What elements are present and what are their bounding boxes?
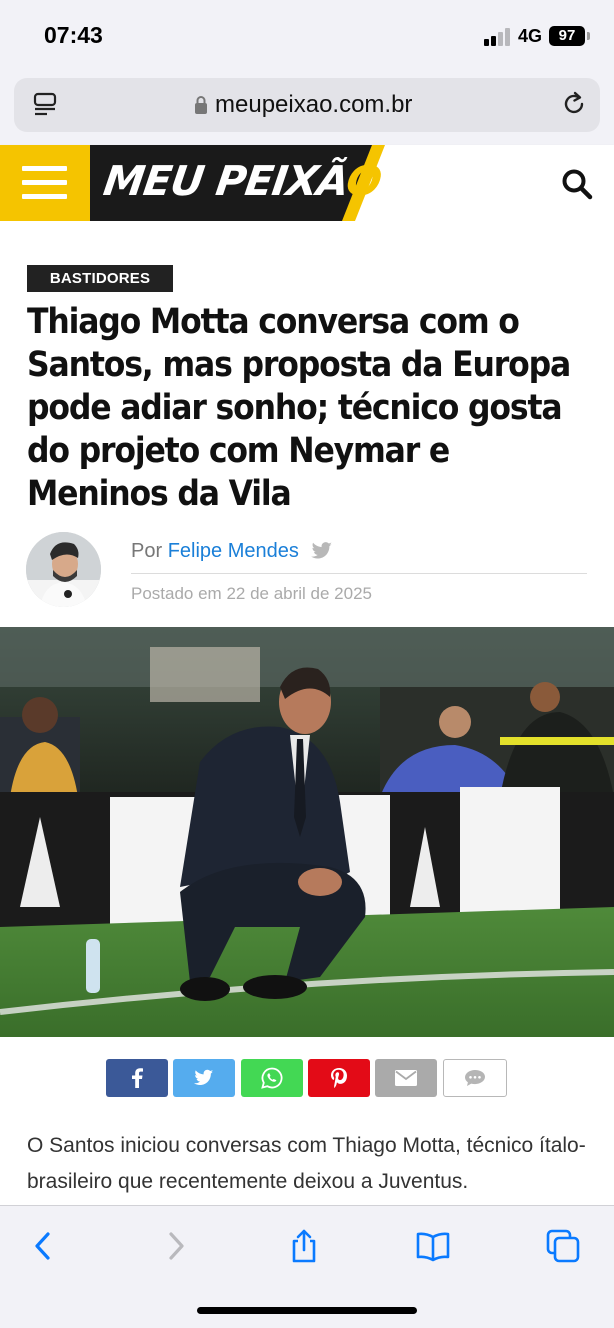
battery-icon: 97 (549, 26, 585, 46)
author-link[interactable]: Felipe Mendes (168, 540, 299, 562)
logo-main: MEU PEIXÃ (100, 157, 351, 205)
comments-button[interactable] (443, 1059, 507, 1097)
reader-mode-icon[interactable] (32, 92, 58, 118)
post-date: Postado em 22 de abril de 2025 (131, 584, 373, 603)
facebook-icon (132, 1068, 143, 1088)
site-logo[interactable]: MEU PEIXÃO (101, 157, 384, 205)
byline-divider (131, 573, 587, 574)
share-twitter-button[interactable] (173, 1059, 235, 1097)
author-avatar[interactable] (26, 532, 101, 607)
share-icon[interactable] (286, 1228, 322, 1264)
home-indicator[interactable] (197, 1307, 417, 1314)
twitter-icon (194, 1069, 214, 1085)
logo-accent: O (343, 157, 384, 205)
reload-icon[interactable] (560, 90, 588, 118)
article-headline: Thiago Motta conversa com o Santos, mas … (27, 302, 571, 514)
mail-icon (395, 1070, 417, 1086)
share-email-button[interactable] (375, 1059, 437, 1097)
cellular-signal-icon (484, 28, 512, 46)
byline-prefix: Por (131, 540, 163, 562)
address-bar[interactable]: meupeixao.com.br (14, 78, 600, 132)
site-header: MEU PEIXÃO (0, 145, 614, 221)
search-icon[interactable] (560, 167, 594, 201)
battery-tip (587, 32, 590, 40)
tabs-icon[interactable] (545, 1228, 581, 1264)
menu-button[interactable] (0, 145, 90, 221)
lock-icon (195, 96, 207, 114)
back-icon[interactable] (26, 1228, 62, 1264)
pinterest-icon (331, 1068, 347, 1088)
bookmarks-icon[interactable] (415, 1228, 451, 1264)
share-whatsapp-button[interactable] (241, 1059, 303, 1097)
network-type: 4G (518, 26, 543, 46)
byline: Por Felipe Mendes (131, 540, 299, 563)
article-photo (0, 627, 614, 1037)
twitter-icon[interactable] (311, 542, 333, 560)
whatsapp-icon (261, 1067, 283, 1089)
share-pinterest-button[interactable] (308, 1059, 370, 1097)
comment-icon (465, 1070, 485, 1086)
share-facebook-button[interactable] (106, 1059, 168, 1097)
url-text[interactable]: meupeixao.com.br (215, 91, 412, 119)
category-badge[interactable]: BASTIDORES (27, 265, 173, 292)
article-paragraph: O Santos iniciou conversas com Thiago Mo… (27, 1134, 586, 1193)
status-time: 07:43 (44, 22, 103, 48)
forward-icon[interactable] (158, 1228, 194, 1264)
status-bar: 07:43 4G 97 (0, 0, 614, 72)
